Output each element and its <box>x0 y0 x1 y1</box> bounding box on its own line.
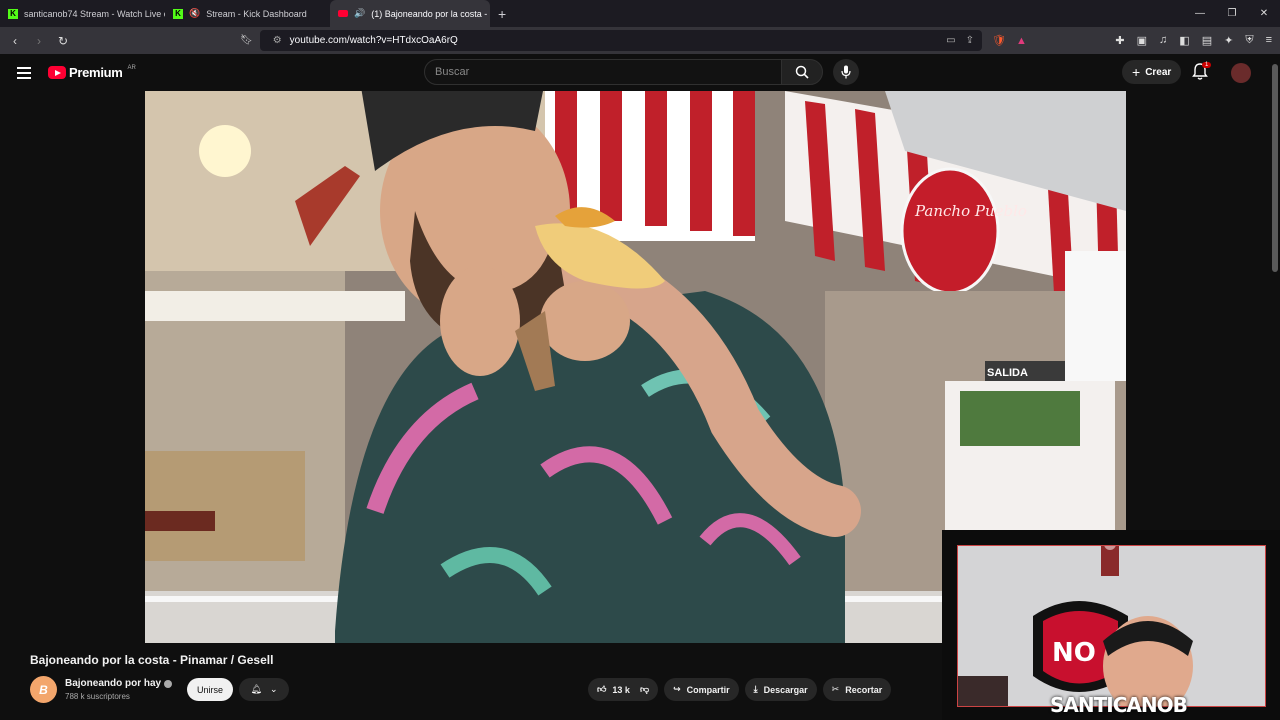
restore-button[interactable]: ❐ <box>1216 8 1248 19</box>
tab-kick-stream[interactable]: K santicanob74 Stream - Watch Live on <box>0 0 165 27</box>
logo-text: Premium <box>69 65 123 80</box>
cast-icon[interactable]: ▭ <box>946 35 955 46</box>
tab-youtube[interactable]: 🔊 (1) Bajoneando por la costa - ✕ <box>330 0 490 27</box>
mute-icon[interactable]: 🔇 <box>189 8 200 19</box>
youtube-favicon-icon <box>338 10 348 17</box>
reload-button[interactable]: ↻ <box>56 34 70 48</box>
sidebar-icon[interactable]: ◧ <box>1179 34 1189 47</box>
tab-kick-dashboard[interactable]: K 🔇 Stream - Kick Dashboard <box>165 0 330 27</box>
subscriber-count: 788 k suscriptores <box>65 692 130 701</box>
webcam-frame: NO <box>957 545 1266 707</box>
create-button[interactable]: + Crear <box>1122 60 1182 84</box>
mic-icon <box>841 65 851 79</box>
shield-text: NO <box>1052 638 1096 668</box>
search-icon <box>795 65 809 79</box>
dislike-button[interactable]: 👎︎ <box>640 684 649 695</box>
like-count: 13 k <box>612 684 630 695</box>
country-code: AR <box>127 64 136 71</box>
channel-name-text: Bajoneando por hay <box>65 678 162 689</box>
streamer-name: SANTICANOB <box>1050 693 1188 717</box>
verified-check-icon <box>164 679 173 688</box>
search-input[interactable]: Buscar <box>424 59 782 85</box>
like-dislike-group: 👍︎ 13 k 👎︎ <box>588 678 659 701</box>
youtube-header: Premium AR Buscar + Crear 1 <box>0 54 1280 91</box>
browser-navbar: ‹ › ↻ 🔖︎ ⚙︎ youtube.com/watch?v=HTdxcOaA… <box>0 27 1280 54</box>
browser-tabbar: K santicanob74 Stream - Watch Live on K … <box>0 0 1280 27</box>
screenshot-icon[interactable]: ▣ <box>1137 34 1147 47</box>
voice-search-button[interactable] <box>833 59 859 85</box>
search-button[interactable] <box>781 59 823 85</box>
shop-sign-text: Pancho Pueblo <box>914 202 1027 220</box>
video-actions: 👍︎ 13 k 👎︎ ↪ Compartir ⤓ Descargar ✂ Rec… <box>588 678 892 701</box>
join-button[interactable]: Unirse <box>187 678 234 701</box>
create-label: Crear <box>1145 66 1172 78</box>
site-info-icon[interactable]: ⚙︎ <box>273 35 282 46</box>
webcam-scene: NO <box>958 546 1265 706</box>
brave-rewards-icon[interactable]: ▲ <box>1016 35 1027 47</box>
download-label: Descargar <box>763 684 808 695</box>
download-icon: ⤓ <box>753 684 758 694</box>
address-bar[interactable]: 🔖︎ ⚙︎ youtube.com/watch?v=HTdxcOaA6rQ ▭ … <box>240 30 982 51</box>
chevron-down-icon: ⌄ <box>269 684 278 694</box>
clip-button[interactable]: ✂ Recortar <box>822 678 892 701</box>
kick-icon: K <box>173 8 183 19</box>
bookmark-icon[interactable]: 🔖︎ <box>240 35 253 46</box>
subscription-bell-button[interactable]: 🔔︎ ⌄ <box>239 678 289 701</box>
bell-icon: 🔔︎ <box>250 684 262 694</box>
tab-label: santicanob74 Stream - Watch Live on <box>24 8 165 19</box>
clip-label: Recortar <box>845 684 883 695</box>
share-button[interactable]: ↪ Compartir <box>664 678 739 701</box>
share-label: Compartir <box>686 684 730 695</box>
account-avatar[interactable] <box>1231 63 1251 83</box>
new-tab-button[interactable]: + <box>490 6 514 22</box>
exit-sign-text: SALIDA <box>987 367 1028 379</box>
brave-shield-icon[interactable]: 🛡︎ <box>992 34 1006 47</box>
speaker-icon[interactable]: 🔊 <box>354 8 365 19</box>
channel-name[interactable]: Bajoneando por hay <box>65 678 173 689</box>
close-window-button[interactable]: ✕ <box>1248 8 1280 19</box>
wallet-icon[interactable]: ▤ <box>1202 34 1212 47</box>
page-scrollbar[interactable] <box>1272 64 1278 272</box>
thumbs-down-icon: 👎︎ <box>639 684 650 694</box>
tab-label: (1) Bajoneando por la costa - <box>371 8 488 19</box>
leo-ai-icon[interactable]: ✦ <box>1224 34 1233 47</box>
plus-icon: + <box>1132 64 1141 80</box>
share-icon: ↪ <box>673 684 681 694</box>
music-icon[interactable]: ♫ <box>1159 34 1167 47</box>
menu-icon[interactable]: ≡ <box>1266 34 1272 47</box>
tab-label: Stream - Kick Dashboard <box>206 8 307 19</box>
forward-button[interactable]: › <box>32 34 46 48</box>
webcam-overlay: NO SANTICANOB <box>942 530 1280 720</box>
window-controls: — ❐ ✕ <box>1184 8 1280 19</box>
like-button[interactable]: 👍︎ 13 k <box>597 684 630 695</box>
kick-icon: K <box>8 8 18 19</box>
share-page-icon[interactable]: ⇪ <box>966 35 974 46</box>
video-title: Bajoneando por la costa - Pinamar / Gese… <box>30 653 274 667</box>
puzzle-icon[interactable]: ✚ <box>1115 34 1124 47</box>
back-button[interactable]: ‹ <box>8 34 22 48</box>
url-text: youtube.com/watch?v=HTdxcOaA6rQ <box>289 35 458 46</box>
scissors-icon: ✂ <box>831 684 840 694</box>
url-actions: ▭ ⇪ <box>946 35 974 46</box>
thumbs-up-icon: 👍︎ <box>597 684 607 694</box>
menu-icon[interactable] <box>17 64 31 82</box>
minimize-button[interactable]: — <box>1184 8 1216 19</box>
download-button[interactable]: ⤓ Descargar <box>744 678 817 701</box>
extensions-area: ✚ ▣ ♫ ◧ ▤ ✦ ⛨ ≡ <box>1115 34 1272 47</box>
vpn-icon[interactable]: ⛨ <box>1245 34 1253 47</box>
youtube-play-icon <box>48 66 66 79</box>
notification-badge: 1 <box>1202 62 1212 68</box>
youtube-logo[interactable]: Premium AR <box>48 65 136 80</box>
channel-avatar[interactable]: B <box>30 676 57 703</box>
